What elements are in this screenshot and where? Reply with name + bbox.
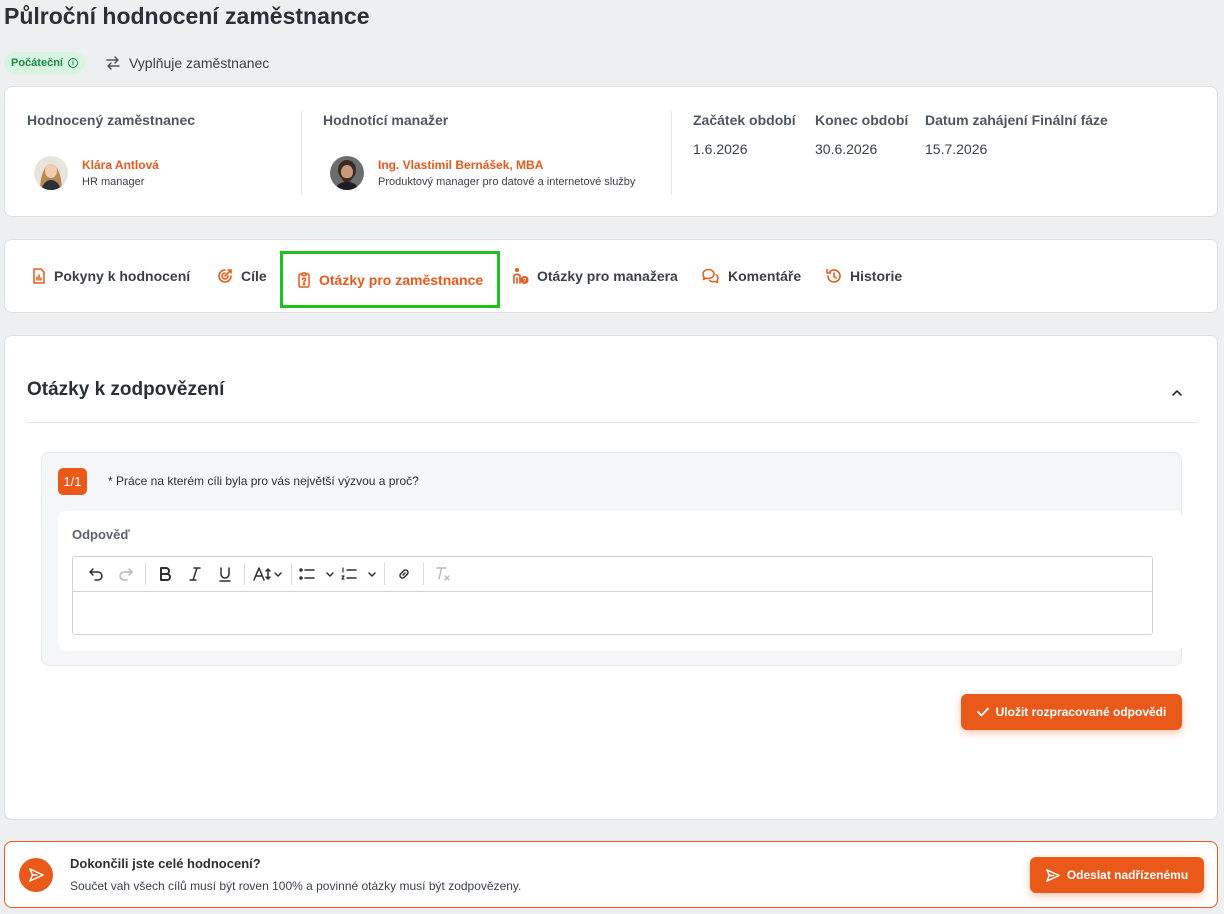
- undo-icon: [89, 568, 103, 581]
- person-question-icon: ?: [513, 268, 529, 285]
- tab-goals[interactable]: Cíle: [217, 254, 267, 298]
- tab-label: Otázky pro manažera: [537, 268, 678, 284]
- toolbar-separator: [145, 563, 146, 585]
- tab-comments[interactable]: Komentáře: [701, 254, 801, 298]
- toolbar-separator: [423, 563, 424, 585]
- italic-button[interactable]: [180, 561, 210, 587]
- manager-avatar: [330, 156, 364, 190]
- submit-subtitle: Součet vah všech cílů musí být roven 100…: [70, 879, 522, 893]
- underline-icon: [219, 566, 231, 582]
- rich-text-editor: [72, 556, 1153, 635]
- manager-label: Hodnotící manažer: [323, 112, 449, 128]
- info-icon[interactable]: i: [67, 58, 78, 68]
- tab-employee-questions[interactable]: Otázky pro zaměstnance: [280, 251, 501, 308]
- editor-toolbar: [73, 557, 1152, 592]
- tab-label: Historie: [850, 268, 903, 284]
- divider: [301, 111, 302, 195]
- tab-bar: Pokyny k hodnocení Cíle Otázky pro zaměs…: [4, 239, 1218, 313]
- divider: [671, 111, 672, 195]
- period-start-label: Začátek období: [693, 112, 796, 128]
- tab-label: Pokyny k hodnocení: [54, 268, 191, 284]
- swap-arrows-icon: [106, 56, 120, 70]
- tab-history[interactable]: Historie: [825, 254, 902, 298]
- bold-button[interactable]: [150, 561, 180, 587]
- tab-manager-questions[interactable]: ? Otázky pro manažera: [511, 254, 678, 298]
- phase-badge: Počáteční i: [4, 52, 85, 74]
- chat-bubbles-icon: [702, 268, 719, 284]
- period-end-label: Konec období: [815, 112, 909, 128]
- period-end-value: 30.6.2026: [815, 141, 878, 157]
- answer-block: Odpověď: [58, 511, 1183, 651]
- font-size-icon: [253, 567, 282, 581]
- bullet-list-dropdown[interactable]: [296, 561, 338, 587]
- employee-label: Hodnocený zaměstnanec: [27, 112, 196, 128]
- font-size-dropdown[interactable]: [249, 561, 287, 587]
- svg-text:?: ?: [523, 279, 527, 285]
- document-chart-icon: [33, 268, 45, 284]
- chevron-up-icon: [1172, 390, 1182, 396]
- bullet-list-icon: [299, 568, 334, 580]
- filled-by-indicator: Vyplňuje zaměstnanec: [105, 55, 269, 71]
- undo-button[interactable]: [81, 561, 111, 587]
- submit-panel: Dokončili jste celé hodnocení? Součet va…: [4, 841, 1218, 908]
- send-badge: [19, 858, 53, 892]
- history-icon: [826, 268, 841, 283]
- toolbar-separator: [291, 563, 292, 585]
- filled-by-label: Vyplňuje zaměstnanec: [128, 55, 270, 71]
- status-row: Počáteční i Vyplňuje zaměstnanec: [4, 52, 269, 74]
- redo-icon: [119, 568, 133, 581]
- employee-avatar: [34, 156, 68, 190]
- submit-title: Dokončili jste celé hodnocení?: [70, 856, 261, 871]
- link-button[interactable]: [389, 561, 419, 587]
- save-answers-label: Uložit rozpracované odpovědi: [995, 705, 1167, 719]
- bold-icon: [160, 567, 171, 581]
- answer-label: Odpověď: [72, 527, 130, 542]
- link-icon: [399, 569, 409, 579]
- tab-label: Cíle: [241, 268, 267, 284]
- redo-button[interactable]: [111, 561, 141, 587]
- check-icon: [976, 707, 989, 717]
- employee-name[interactable]: Klára Antlová: [82, 158, 159, 172]
- question-text: * Práce na kterém cíli byla pro vás nejv…: [108, 474, 419, 488]
- period-start-value: 1.6.2026: [693, 141, 748, 157]
- underline-button[interactable]: [210, 561, 240, 587]
- toolbar-separator: [384, 563, 385, 585]
- numbered-list-icon: [341, 567, 376, 580]
- employee-role: HR manager: [82, 176, 145, 188]
- tab-instructions[interactable]: Pokyny k hodnocení: [32, 254, 190, 298]
- question-card: 1/1 * Práce na kterém cíli byla pro vás …: [41, 452, 1183, 666]
- final-phase-label: Datum zahájení Finální fáze: [925, 112, 1108, 128]
- save-answers-button[interactable]: Uložit rozpracované odpovědi: [961, 694, 1182, 730]
- clear-formatting-button[interactable]: [428, 561, 458, 587]
- questions-panel: Otázky k zodpovězení 1/1 * Práce na kter…: [4, 335, 1218, 820]
- tab-label: Otázky pro zaměstnance: [319, 271, 484, 288]
- collapse-button[interactable]: [1171, 384, 1183, 402]
- italic-icon: [189, 567, 201, 581]
- final-phase-value: 15.7.2026: [925, 141, 988, 157]
- employee-person: Klára Antlová HR manager: [34, 156, 159, 190]
- phase-badge-label: Počáteční: [11, 57, 63, 69]
- send-to-manager-label: Odeslat nadřízenému: [1066, 868, 1189, 882]
- section-title: Otázky k zodpovězení: [27, 379, 225, 400]
- manager-name[interactable]: Ing. Vlastimil Bernášek, MBA: [378, 158, 635, 172]
- clipboard-question-icon: [298, 271, 310, 288]
- tab-label: Komentáře: [728, 268, 802, 284]
- send-to-manager-button[interactable]: Odeslat nadřízenému: [1030, 857, 1204, 893]
- manager-person: Ing. Vlastimil Bernášek, MBA Produktový …: [330, 156, 635, 190]
- numbered-list-dropdown[interactable]: [338, 561, 380, 587]
- evaluation-info-card: Hodnocený zaměstnanec Klára Antlová HR m…: [4, 86, 1218, 217]
- toolbar-separator: [244, 563, 245, 585]
- send-icon: [1046, 868, 1060, 882]
- manager-role: Produktový manager pro datové a internet…: [378, 176, 636, 188]
- question-number-badge: 1/1: [58, 468, 87, 495]
- page-title: Půlroční hodnocení zaměstnance: [4, 3, 370, 29]
- target-icon: [218, 269, 232, 283]
- divider: [27, 422, 1197, 423]
- send-icon: [28, 868, 44, 882]
- clear-formatting-icon: [436, 567, 450, 581]
- answer-input[interactable]: [73, 592, 1152, 634]
